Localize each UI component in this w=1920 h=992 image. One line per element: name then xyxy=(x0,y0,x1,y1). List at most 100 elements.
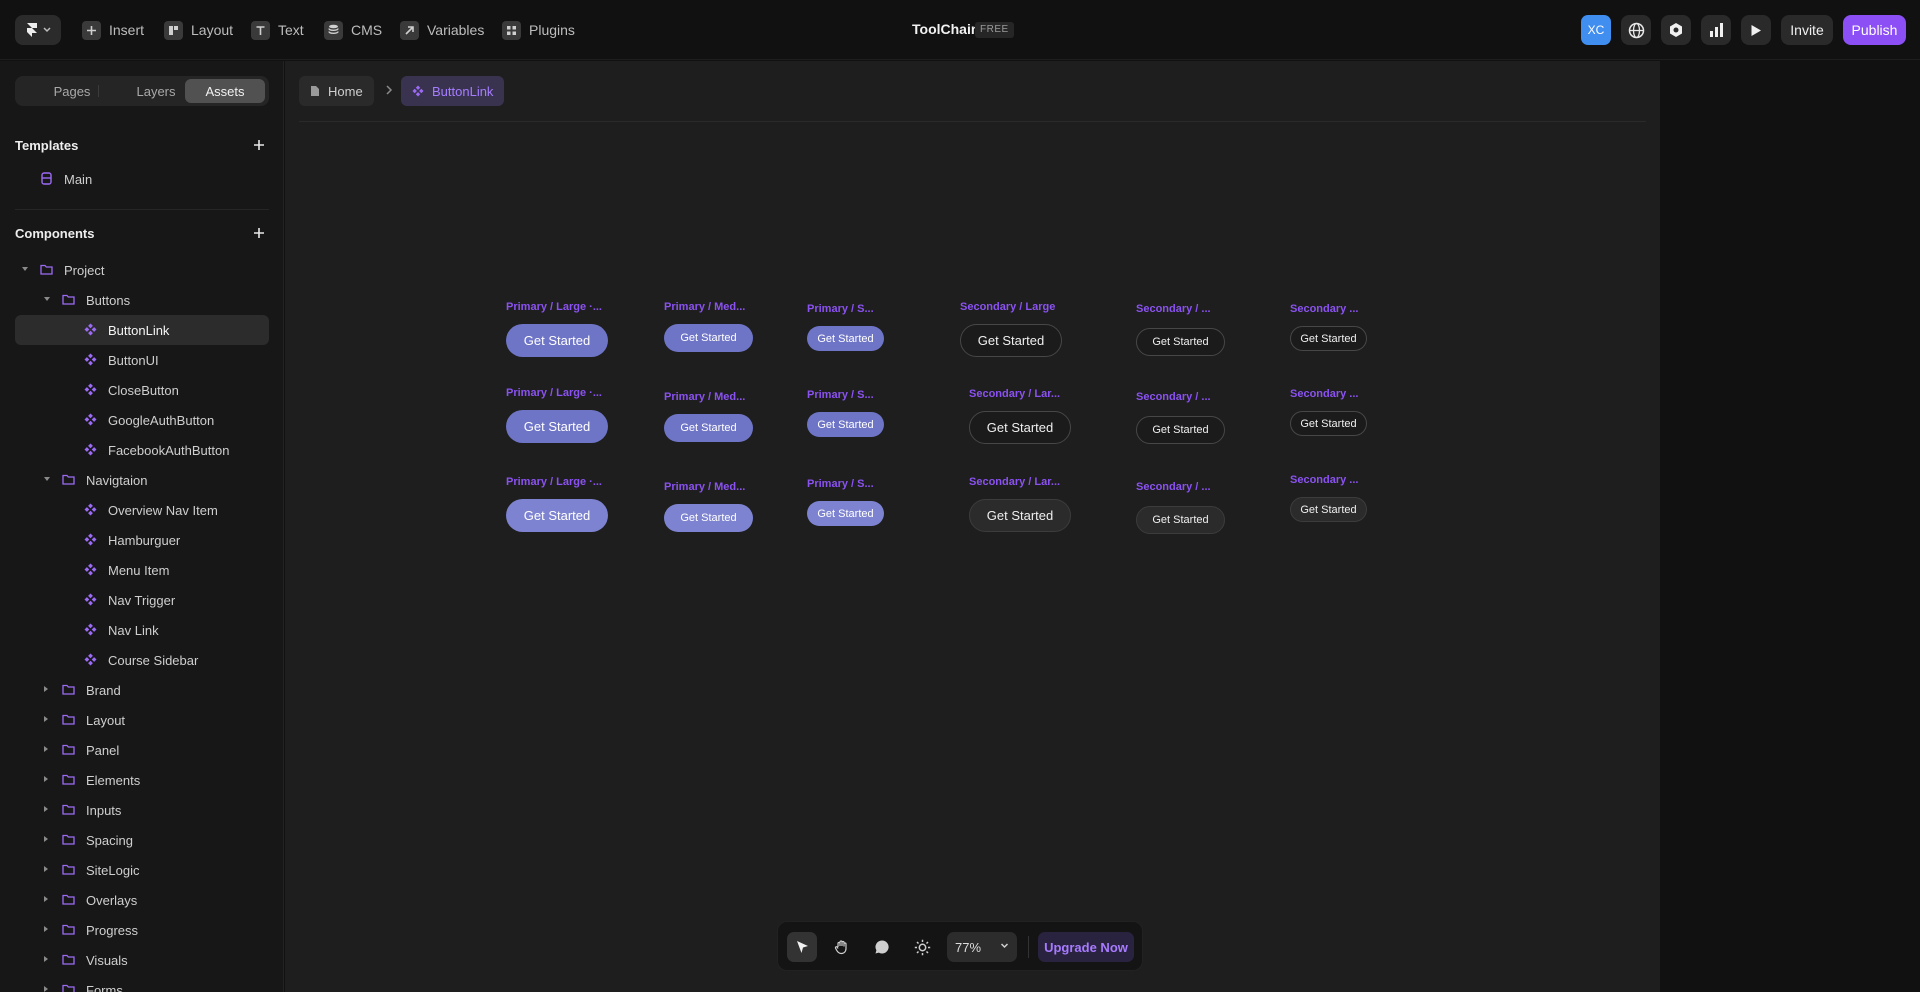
layout-tool[interactable]: Layout xyxy=(164,18,233,42)
tree-folder-panel[interactable]: Panel xyxy=(15,735,269,765)
variant-secondary-r3-c5[interactable]: Secondary / ... Get Started xyxy=(1136,481,1225,549)
canvas[interactable]: Home ButtonLink Primary / Large ·... Get … xyxy=(285,61,1660,992)
variant-primary-r3-c2[interactable]: Primary / Med... Get Started xyxy=(664,481,753,549)
caret-down-icon[interactable] xyxy=(44,477,50,481)
tab-assets[interactable]: Assets xyxy=(185,79,265,103)
get-started-button[interactable]: Get Started xyxy=(1290,326,1367,351)
tree-folder-brand[interactable]: Brand xyxy=(15,675,269,705)
tree-folder-forms[interactable]: Forms xyxy=(15,975,269,992)
theme-toggle[interactable] xyxy=(907,932,937,962)
variant-secondary-r2-c4[interactable]: Secondary / Lar... Get Started xyxy=(969,388,1079,461)
upgrade-button[interactable]: Upgrade Now xyxy=(1038,932,1134,962)
caret-right-icon[interactable] xyxy=(44,806,48,812)
variant-primary-r2-c1[interactable]: Primary / Large ·... Get Started xyxy=(506,387,608,460)
caret-right-icon[interactable] xyxy=(44,836,48,842)
project-title[interactable]: ToolChain xyxy=(912,21,979,37)
invite-button[interactable]: Invite xyxy=(1781,15,1833,45)
get-started-button[interactable]: Get Started xyxy=(506,499,608,532)
get-started-button[interactable]: Get Started xyxy=(969,499,1071,532)
tree-folder-buttons[interactable]: Buttons xyxy=(15,285,269,315)
variant-primary-r2-c3[interactable]: Primary / S... Get Started xyxy=(807,389,884,454)
tree-component-nav-link[interactable]: Nav Link xyxy=(15,615,269,645)
get-started-button[interactable]: Get Started xyxy=(506,410,608,443)
get-started-button[interactable]: Get Started xyxy=(1136,506,1225,534)
breadcrumb-current[interactable]: ButtonLink xyxy=(401,76,505,106)
get-started-button[interactable]: Get Started xyxy=(1136,416,1225,444)
variant-primary-r2-c2[interactable]: Primary / Med... Get Started xyxy=(664,391,753,459)
tree-folder-sitelogic[interactable]: SiteLogic xyxy=(15,855,269,885)
tree-component-overview-nav-item[interactable]: Overview Nav Item xyxy=(15,495,269,525)
tree-folder-project[interactable]: Project xyxy=(15,255,269,285)
tree-component-buttonlink[interactable]: ButtonLink xyxy=(15,315,269,345)
tree-component-hamburguer[interactable]: Hamburguer xyxy=(15,525,269,555)
tree-folder-progress[interactable]: Progress xyxy=(15,915,269,945)
tree-component-course-sidebar[interactable]: Course Sidebar xyxy=(15,645,269,675)
variant-secondary-r2-c6[interactable]: Secondary ... Get Started xyxy=(1290,388,1367,453)
settings-button[interactable] xyxy=(1661,15,1691,45)
caret-down-icon[interactable] xyxy=(44,297,50,301)
tree-folder-overlays[interactable]: Overlays xyxy=(15,885,269,915)
get-started-button[interactable]: Get Started xyxy=(664,414,753,442)
add-component-icon[interactable] xyxy=(252,226,266,240)
plugins-tool[interactable]: Plugins xyxy=(502,18,575,42)
tree-component-nav-trigger[interactable]: Nav Trigger xyxy=(15,585,269,615)
get-started-button[interactable]: Get Started xyxy=(506,324,608,357)
variant-primary-r1-c1[interactable]: Primary / Large ·... Get Started xyxy=(506,301,608,374)
insert-tool[interactable]: Insert xyxy=(82,18,144,42)
get-started-button[interactable]: Get Started xyxy=(960,324,1062,357)
tree-component-buttonui[interactable]: ButtonUI xyxy=(15,345,269,375)
tree-folder-layout[interactable]: Layout xyxy=(15,705,269,735)
get-started-button[interactable]: Get Started xyxy=(1290,497,1367,522)
get-started-button[interactable]: Get Started xyxy=(969,411,1071,444)
tree-folder-elements[interactable]: Elements xyxy=(15,765,269,795)
variant-secondary-r1-c6[interactable]: Secondary ... Get Started xyxy=(1290,303,1367,368)
globe-button[interactable] xyxy=(1621,15,1651,45)
caret-right-icon[interactable] xyxy=(44,866,48,872)
hand-tool[interactable] xyxy=(827,932,857,962)
get-started-button[interactable]: Get Started xyxy=(807,326,884,351)
variant-secondary-r2-c5[interactable]: Secondary / ... Get Started xyxy=(1136,391,1225,459)
text-tool[interactable]: Text xyxy=(251,18,304,42)
tree-folder-inputs[interactable]: Inputs xyxy=(15,795,269,825)
tree-component-googleauthbutton[interactable]: GoogleAuthButton xyxy=(15,405,269,435)
tree-component-closebutton[interactable]: CloseButton xyxy=(15,375,269,405)
add-template-icon[interactable] xyxy=(252,138,266,152)
tree-component-menu-item[interactable]: Menu Item xyxy=(15,555,269,585)
tree-folder-navigtaion[interactable]: Navigtaion xyxy=(15,465,269,495)
tab-layers[interactable]: Layers xyxy=(116,79,196,103)
caret-right-icon[interactable] xyxy=(44,776,48,782)
tree-component-facebookauthbutton[interactable]: FacebookAuthButton xyxy=(15,435,269,465)
caret-right-icon[interactable] xyxy=(44,686,48,692)
variant-secondary-r3-c4[interactable]: Secondary / Lar... Get Started xyxy=(969,476,1079,549)
get-started-button[interactable]: Get Started xyxy=(1136,328,1225,356)
template-item-main[interactable]: Main xyxy=(15,164,269,194)
caret-right-icon[interactable] xyxy=(44,896,48,902)
breadcrumb-home[interactable]: Home xyxy=(299,76,374,106)
variant-primary-r3-c3[interactable]: Primary / S... Get Started xyxy=(807,478,884,543)
variables-tool[interactable]: Variables xyxy=(400,18,484,42)
caret-right-icon[interactable] xyxy=(44,926,48,932)
variant-secondary-r3-c6[interactable]: Secondary ... Get Started xyxy=(1290,474,1367,539)
comment-tool[interactable] xyxy=(867,932,897,962)
tree-folder-visuals[interactable]: Visuals xyxy=(15,945,269,975)
variant-secondary-r1-c5[interactable]: Secondary / ... Get Started xyxy=(1136,303,1225,371)
preview-button[interactable] xyxy=(1741,15,1771,45)
cms-tool[interactable]: CMS xyxy=(324,18,382,42)
analytics-button[interactable] xyxy=(1701,15,1731,45)
caret-down-icon[interactable] xyxy=(22,267,28,271)
variant-primary-r3-c1[interactable]: Primary / Large ·... Get Started xyxy=(506,476,608,549)
variant-secondary-r1-c4[interactable]: Secondary / Large Get Started xyxy=(960,301,1070,374)
tab-pages[interactable]: Pages xyxy=(32,79,112,103)
get-started-button[interactable]: Get Started xyxy=(807,501,884,526)
variant-primary-r1-c3[interactable]: Primary / S... Get Started xyxy=(807,303,884,368)
caret-right-icon[interactable] xyxy=(44,986,48,992)
tree-folder-spacing[interactable]: Spacing xyxy=(15,825,269,855)
caret-right-icon[interactable] xyxy=(44,746,48,752)
get-started-button[interactable]: Get Started xyxy=(664,324,753,352)
app-menu-button[interactable] xyxy=(15,15,61,45)
zoom-select[interactable]: 77% xyxy=(947,932,1017,962)
get-started-button[interactable]: Get Started xyxy=(807,412,884,437)
pointer-tool[interactable] xyxy=(787,932,817,962)
variant-primary-r1-c2[interactable]: Primary / Med... Get Started xyxy=(664,301,753,369)
avatar[interactable]: XC xyxy=(1581,15,1611,45)
